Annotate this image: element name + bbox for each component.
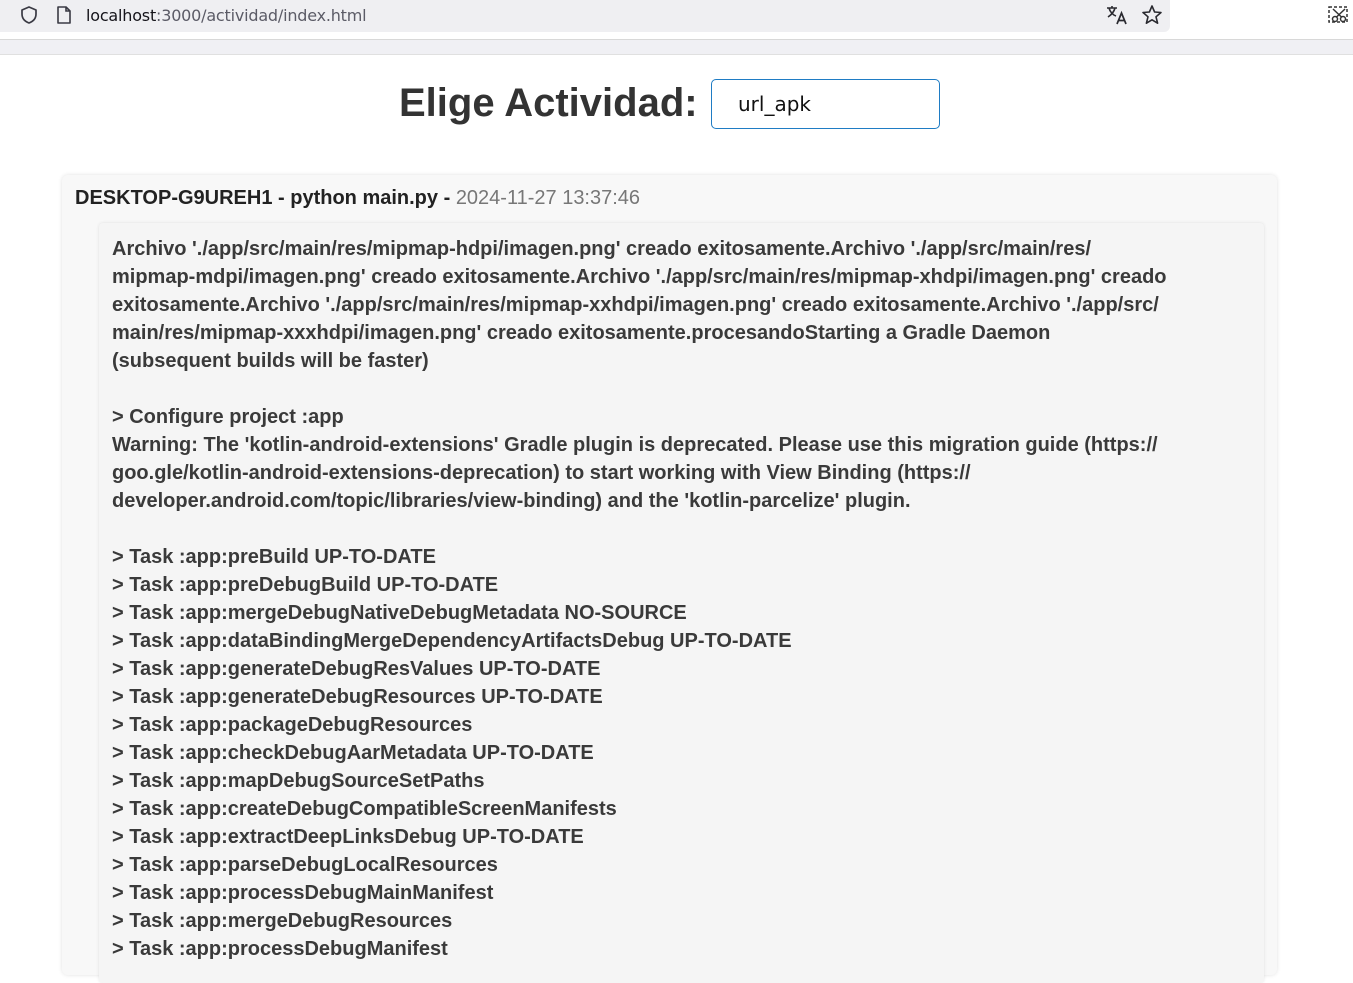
log-line <box>112 515 1192 543</box>
log-line: > Task :app:processDebugManifest <box>112 938 448 960</box>
page-icon <box>55 5 73 25</box>
log-output: Archivo './app/src/main/res/mipmap-hdpi/… <box>112 235 1192 963</box>
log-line: > Task :app:createDebugCompatibleScreenM… <box>112 798 617 820</box>
entry-timestamp: 2024-11-27 13:37:46 <box>455 187 641 209</box>
entry-separator: - <box>272 187 291 209</box>
page-content: Elige Actividad: DESKTOP-G9UREH1 - pytho… <box>0 55 1353 983</box>
log-line: exitosamente.Archivo './app/src/main/res… <box>112 294 1159 316</box>
activity-selector: Elige Actividad: <box>0 79 1353 129</box>
url-host: localhost <box>86 6 157 25</box>
address-bar[interactable]: localhost:3000/actividad/index.html <box>0 0 1170 32</box>
log-line: > Task :app:generateDebugResources UP-TO… <box>112 686 603 708</box>
log-line: main/res/mipmap-xxxhdpi/imagen.png' crea… <box>112 322 1051 344</box>
log-line: > Configure project :app <box>112 406 344 428</box>
log-line: > Task :app:packageDebugResources <box>112 714 473 736</box>
log-line: > Task :app:checkDebugAarMetadata UP-TO-… <box>112 742 594 764</box>
bookmark-star-icon[interactable] <box>1140 3 1164 27</box>
log-line: > Task :app:generateDebugResValues UP-TO… <box>112 658 601 680</box>
url-path: :3000/actividad/index.html <box>156 6 367 25</box>
url-text[interactable]: localhost:3000/actividad/index.html <box>86 6 367 25</box>
log-entry-card: DESKTOP-G9UREH1 - python main.py - 2024-… <box>62 175 1277 983</box>
log-line: > Task :app:dataBindingMergeDependencyAr… <box>112 630 792 652</box>
log-line: Archivo './app/src/main/res/mipmap-hdpi/… <box>112 238 1091 260</box>
activity-input[interactable] <box>711 79 940 129</box>
toolbar-strip <box>0 40 1353 55</box>
log-entry-header: DESKTOP-G9UREH1 - python main.py - 2024-… <box>75 187 640 210</box>
log-output-box: Archivo './app/src/main/res/mipmap-hdpi/… <box>99 223 1264 983</box>
log-line <box>112 375 1192 403</box>
log-line: goo.gle/kotlin-android-extensions-deprec… <box>112 462 971 484</box>
log-line: mipmap-mdpi/imagen.png' creado exitosame… <box>112 266 1167 288</box>
page-title: Elige Actividad: <box>399 81 698 125</box>
log-line: > Task :app:mergeDebugNativeDebugMetadat… <box>112 602 687 624</box>
log-line: > Task :app:preDebugBuild UP-TO-DATE <box>112 574 499 596</box>
log-line: (subsequent builds will be faster) <box>112 350 429 372</box>
entry-command: python main.py <box>290 187 439 209</box>
shield-icon[interactable] <box>19 5 39 25</box>
entry-separator: - <box>438 187 456 209</box>
log-line: > Task :app:mapDebugSourceSetPaths <box>112 770 485 792</box>
translate-icon[interactable] <box>1105 3 1129 27</box>
log-line: developer.android.com/topic/libraries/vi… <box>112 490 911 512</box>
log-line: Warning: The 'kotlin-android-extensions'… <box>112 434 1158 456</box>
log-line: > Task :app:parseDebugLocalResources <box>112 854 498 876</box>
log-line: > Task :app:extractDeepLinksDebug UP-TO-… <box>112 826 584 848</box>
log-line: > Task :app:preBuild UP-TO-DATE <box>112 546 436 568</box>
entry-hostname: DESKTOP-G9UREH1 <box>75 187 273 209</box>
log-line: > Task :app:processDebugMainManifest <box>112 882 494 904</box>
screenshot-extension-icon[interactable] <box>1326 4 1352 26</box>
browser-toolbar: localhost:3000/actividad/index.html <box>0 0 1353 40</box>
log-line: > Task :app:mergeDebugResources <box>112 910 453 932</box>
